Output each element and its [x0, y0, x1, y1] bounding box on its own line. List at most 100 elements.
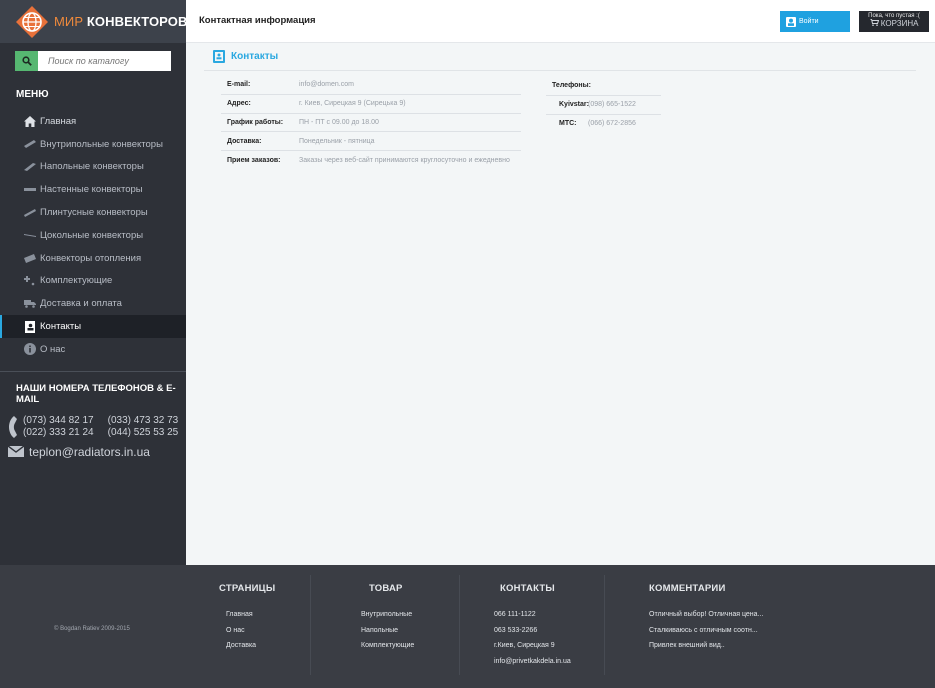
footer-link[interactable]: Главная: [226, 611, 275, 627]
top-bar: Контактная информация Войти Пока, что пу…: [186, 0, 935, 43]
info-key: График работы:: [227, 118, 284, 126]
tel-row-kyivstar: Kyivstar: (098) 665-1522: [546, 94, 661, 114]
info-key: Адрес:: [227, 100, 251, 108]
parts-icon: [24, 275, 36, 287]
footer: © Bogdan Ratiev 2009-2015 СТРАНИЦЫ Главн…: [0, 565, 935, 688]
phone-number[interactable]: (044) 525 53 25: [108, 427, 179, 440]
footer-separator: [310, 575, 311, 675]
section-divider: [204, 70, 916, 71]
sidebar-item-label: Настенные конвекторы: [40, 184, 143, 196]
phone-columns: (073) 344 82 17 (022) 333 21 24 (033) 47…: [23, 415, 178, 440]
globe-logo-icon: [16, 5, 48, 38]
cart-label-row: КОРЗИНА: [859, 18, 929, 28]
sidebar-item-delivery[interactable]: Доставка и оплата: [0, 292, 186, 315]
footer-pages: СТРАНИЦЫ Главная О нас Доставка: [219, 565, 275, 688]
section-title: Контакты: [231, 51, 279, 62]
phone-number[interactable]: (022) 333 21 24: [23, 427, 94, 440]
sidebar-item-parts[interactable]: Комплектующие: [0, 270, 186, 293]
info-row-delivery: Доставка: Понедельник - пятница: [221, 132, 521, 152]
footer-link[interactable]: Внутрипольные: [361, 611, 414, 627]
footer-link[interactable]: О нас: [226, 627, 275, 643]
info-row-schedule: График работы: ПН - ПТ с 09.00 до 18.00: [221, 114, 521, 133]
cart-label: КОРЗИНА: [880, 19, 919, 28]
sidebar-item-label: Внутрипольные конвекторы: [40, 138, 163, 150]
sidebar-item-floor-standing[interactable]: Напольные конвекторы: [0, 156, 186, 179]
footer-link[interactable]: Привлек внешний вид..: [649, 642, 763, 658]
footer-link[interactable]: Напольные: [361, 627, 414, 643]
truck-icon: [24, 298, 36, 310]
phones-block: (073) 344 82 17 (022) 333 21 24 (033) 47…: [8, 415, 186, 440]
convector-icon: [24, 252, 36, 264]
footer-goods-title: ТОВАР: [369, 583, 403, 594]
footer-link[interactable]: Доставка: [226, 642, 275, 658]
main-content: Контакты E-mail: info@domen.com Адрес: г…: [186, 44, 935, 565]
login-button[interactable]: Войти: [780, 11, 850, 32]
phone-number[interactable]: (033) 473 32 73: [108, 415, 179, 428]
footer-link[interactable]: info@privetkakdela.in.ua: [494, 658, 571, 674]
footer-pages-links: Главная О нас Доставка: [219, 611, 275, 658]
logo[interactable]: МИР КОНВЕКТОРОВ: [0, 0, 188, 43]
sidebar-item-floor-inbuilt[interactable]: Внутрипольные конвекторы: [0, 133, 186, 156]
sidebar-item-baseboard[interactable]: Плинтусные конвекторы: [0, 201, 186, 224]
sidebar-item-label: Напольные конвекторы: [40, 161, 144, 173]
footer-contacts-links: 066 111-1122 063 533-2266 г.Киев, Сирецк…: [494, 611, 571, 673]
brand-main: КОНВЕКТОРОВ: [86, 14, 188, 29]
sidebar-item-label: Конвекторы отопления: [40, 252, 142, 264]
phone-number[interactable]: (073) 344 82 17: [23, 415, 94, 428]
convector-icon: [24, 184, 36, 196]
info-key: Прием заказов:: [227, 157, 281, 165]
tel-row-mts: МТС: (066) 672-2856: [546, 113, 661, 133]
sidebar-item-label: О нас: [40, 343, 66, 355]
sidebar-item-heating[interactable]: Конвекторы отопления: [0, 247, 186, 270]
phone-icon: [9, 415, 17, 438]
login-label: Войти: [799, 18, 819, 25]
search-bar: [15, 51, 171, 71]
contact-info-table: E-mail: info@domen.com Адрес: г. Киев, С…: [221, 76, 521, 170]
tel-value[interactable]: (066) 672-2856: [588, 120, 636, 127]
tel-key: МТС:: [559, 119, 577, 127]
sidebar-item-contacts[interactable]: Контакты: [0, 315, 186, 338]
footer-link[interactable]: 063 533-2266: [494, 627, 571, 643]
info-value[interactable]: info@domen.com: [299, 81, 354, 88]
user-icon: [786, 16, 796, 27]
sidebar-email-link[interactable]: teplon@radiators.in.ua: [29, 445, 150, 459]
copyright: © Bogdan Ratiev 2009-2015: [54, 626, 130, 632]
brand-accent: МИР: [54, 14, 84, 29]
sidebar-item-label: Комплектующие: [40, 275, 113, 287]
cart-button[interactable]: Пока, что пустая :( КОРЗИНА: [859, 11, 929, 32]
tel-value[interactable]: (098) 665-1522: [588, 101, 636, 108]
sidebar-item-label: Главная: [40, 115, 77, 127]
footer-link[interactable]: 066 111-1122: [494, 611, 571, 627]
convector-icon: [24, 207, 36, 219]
footer-separator: [459, 575, 460, 675]
sidebar-item-plinth[interactable]: Цокольные конвекторы: [0, 224, 186, 247]
sidebar-item-label: Плинтусные конвекторы: [40, 207, 148, 219]
footer-link[interactable]: Отличный выбор! Отличная цена...: [649, 611, 763, 627]
footer-goods-links: Внутрипольные Напольные Комплектующие: [361, 611, 414, 658]
mail-icon: [8, 446, 24, 458]
search-input[interactable]: [38, 51, 171, 71]
footer-link: г.Киев, Сирецкая 9: [494, 642, 555, 650]
footer-link[interactable]: Сталкиваюсь с отличным соотн...: [649, 627, 763, 643]
sidebar-item-wall[interactable]: Настенные конвекторы: [0, 178, 186, 201]
footer-contacts-title: КОНТАКТЫ: [500, 583, 555, 594]
info-value: Понедельник - пятница: [299, 137, 375, 145]
sidebar-item-about[interactable]: О нас: [0, 338, 186, 361]
info-row-orders: Прием заказов: Заказы через веб-сайт при…: [221, 151, 521, 170]
convector-icon: [24, 138, 36, 150]
search-button[interactable]: [15, 51, 38, 71]
sidebar-item-home[interactable]: Главная: [0, 110, 186, 133]
home-icon: [24, 115, 36, 127]
info-key: E-mail:: [227, 81, 251, 89]
section-header: Контакты: [213, 50, 278, 63]
info-row-address: Адрес: г. Киев, Сирецкая 9 (Сирецька 9): [221, 95, 521, 114]
email-row: teplon@radiators.in.ua: [8, 445, 186, 459]
footer-pages-title: СТРАНИЦЫ: [219, 583, 276, 594]
sidebar-item-label: Доставка и оплата: [40, 298, 122, 310]
info-key: Доставка:: [227, 137, 262, 145]
convector-icon: [24, 229, 36, 241]
footer-link[interactable]: Комплектующие: [361, 642, 414, 658]
sidebar-item-label: Контакты: [40, 321, 82, 333]
search-icon: [21, 56, 32, 66]
info-icon: [24, 343, 36, 356]
